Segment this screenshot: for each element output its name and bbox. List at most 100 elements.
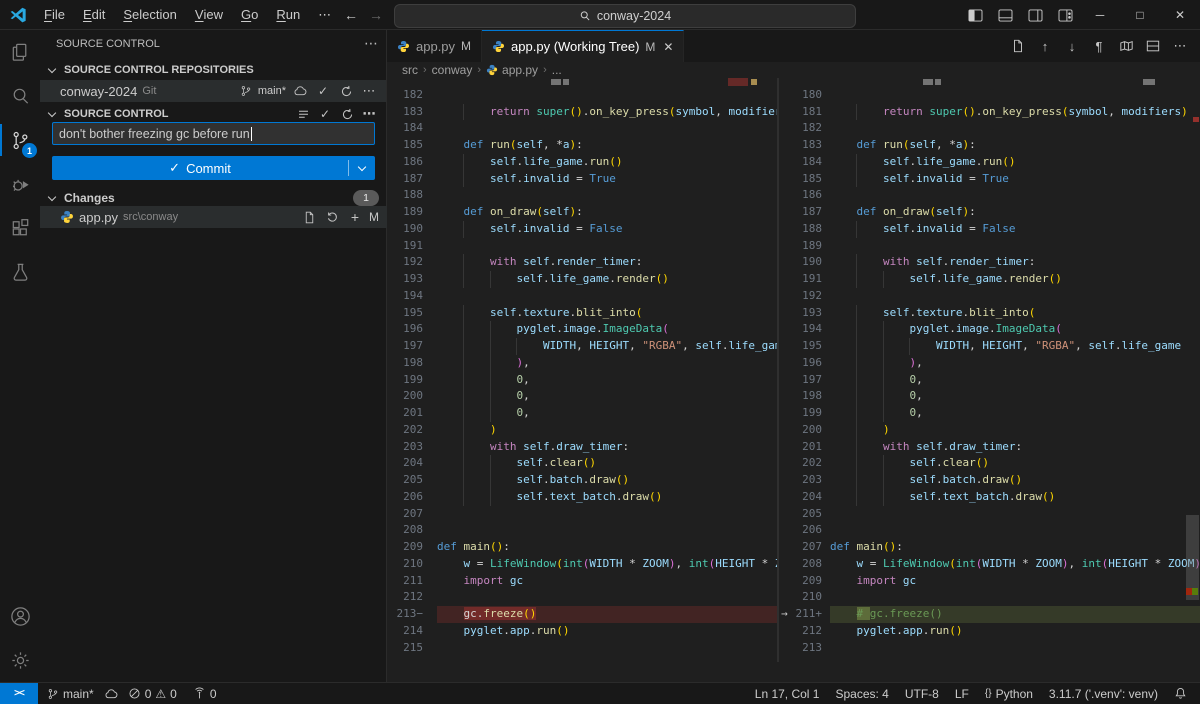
code-line[interactable]: 190 self.invalid = False xyxy=(388,221,777,238)
changed-file-row[interactable]: app.py src\conway + M xyxy=(40,206,387,228)
code-line[interactable]: 203 self.batch.draw() xyxy=(779,472,1200,489)
code-line[interactable]: 187 self.invalid = True xyxy=(388,171,777,188)
commit-dropdown-button[interactable] xyxy=(348,160,375,176)
code-line[interactable]: 212 pyglet.app.run() xyxy=(779,623,1200,640)
repository-row[interactable]: conway-2024 Git main* ✓ ⋯ xyxy=(40,80,386,102)
code-line[interactable]: 201 0, xyxy=(388,405,777,422)
minimize-button[interactable]: ─ xyxy=(1080,0,1120,30)
code-line[interactable]: 209def main(): xyxy=(388,539,777,556)
code-line[interactable]: 181 return super().on_key_press(symbol, … xyxy=(779,104,1200,121)
testing-icon[interactable] xyxy=(0,250,40,294)
code-line[interactable]: 184 xyxy=(388,120,777,137)
cloud-sync-icon[interactable] xyxy=(291,82,309,100)
code-line[interactable]: 189 def on_draw(self): xyxy=(388,204,777,221)
open-file-icon[interactable] xyxy=(1008,36,1028,56)
code-line[interactable]: 214 pyglet.app.run() xyxy=(388,623,777,640)
code-line[interactable]: 205 self.batch.draw() xyxy=(388,472,777,489)
breadcrumb-item[interactable]: ... xyxy=(552,63,562,77)
tab-app-py-working-tree[interactable]: app.py (Working Tree) M ✕ xyxy=(482,30,684,62)
code-line[interactable]: 191 self.life_game.render() xyxy=(779,271,1200,288)
code-line[interactable]: 201 with self.draw_timer: xyxy=(779,439,1200,456)
code-line[interactable]: 211 import gc xyxy=(388,573,777,590)
code-line[interactable]: →211+ # gc.freeze() xyxy=(779,606,1200,623)
code-line[interactable]: 215 xyxy=(388,640,777,657)
code-line[interactable]: 198 0, xyxy=(779,388,1200,405)
more-actions-icon[interactable]: ⋯ xyxy=(1170,36,1190,56)
refresh-icon[interactable] xyxy=(338,105,356,123)
breadcrumb-item[interactable]: src xyxy=(402,63,418,77)
explorer-icon[interactable] xyxy=(0,30,40,74)
more-actions-icon[interactable]: ⋯ xyxy=(360,105,378,123)
toggle-whitespace-icon[interactable]: ¶ xyxy=(1089,36,1109,56)
close-tab-icon[interactable]: ✕ xyxy=(663,40,673,54)
commit-check-icon[interactable]: ✓ xyxy=(316,105,334,123)
code-line[interactable]: 183 return super().on_key_press(symbol, … xyxy=(388,104,777,121)
code-line[interactable]: 207 xyxy=(388,506,777,523)
command-center-search[interactable]: conway-2024 xyxy=(394,4,856,28)
toggle-primary-sidebar-icon[interactable] xyxy=(960,0,990,30)
code-line[interactable]: 208 xyxy=(388,522,777,539)
code-line[interactable]: 213− gc.freeze() xyxy=(388,606,777,623)
scm-section-header[interactable]: SOURCE CONTROL ✓ ⋯ xyxy=(40,104,386,124)
code-line[interactable]: 192 with self.render_timer: xyxy=(388,254,777,271)
maximize-button[interactable]: □ xyxy=(1120,0,1160,30)
code-line[interactable]: 195 self.texture.blit_into( xyxy=(388,305,777,322)
customize-layout-icon[interactable] xyxy=(1050,0,1080,30)
menu-view[interactable]: View xyxy=(186,4,232,26)
code-line[interactable]: 204 self.text_batch.draw() xyxy=(779,489,1200,506)
code-line[interactable]: 204 self.clear() xyxy=(388,455,777,472)
branch-label[interactable]: main* xyxy=(258,85,286,97)
commit-message-input[interactable]: don't bother freezing gc before run xyxy=(52,122,375,145)
code-line[interactable]: 182 xyxy=(388,87,777,104)
map-icon[interactable] xyxy=(1116,36,1136,56)
code-line[interactable]: 208 w = LifeWindow(int(WIDTH * ZOOM), in… xyxy=(779,556,1200,573)
stage-changes-icon[interactable]: + xyxy=(346,208,364,226)
more-actions-icon[interactable]: ⋯ xyxy=(360,82,378,100)
branch-status-item[interactable]: main* xyxy=(42,683,99,704)
code-line[interactable]: 185 self.invalid = True xyxy=(779,171,1200,188)
code-line[interactable]: 200 ) xyxy=(779,422,1200,439)
breadcrumb-item[interactable]: app.py xyxy=(486,63,538,77)
code-line[interactable]: 180 xyxy=(779,87,1200,104)
code-line[interactable]: 202 ) xyxy=(388,422,777,439)
notifications-bell-icon[interactable] xyxy=(1169,683,1192,704)
menu-[interactable]: ⋯ xyxy=(309,4,340,26)
code-line[interactable]: 197 0, xyxy=(779,372,1200,389)
code-line[interactable]: 199 0, xyxy=(388,372,777,389)
code-line[interactable]: 194 pyglet.image.ImageData( xyxy=(779,321,1200,338)
view-as-list-icon[interactable] xyxy=(294,105,312,123)
toggle-secondary-sidebar-icon[interactable] xyxy=(1020,0,1050,30)
more-actions-icon[interactable]: ⋯ xyxy=(364,35,378,52)
eol-item[interactable]: LF xyxy=(950,683,974,704)
changes-section-header[interactable]: Changes 1 xyxy=(40,188,387,208)
code-line[interactable]: 196 ), xyxy=(779,355,1200,372)
split-editor-icon[interactable] xyxy=(1143,36,1163,56)
code-line[interactable]: 193 self.life_game.render() xyxy=(388,271,777,288)
code-line[interactable]: 206 xyxy=(779,522,1200,539)
code-line[interactable]: 210 xyxy=(779,589,1200,606)
remote-indicator[interactable]: >< xyxy=(0,683,38,704)
previous-change-icon[interactable]: ↑ xyxy=(1035,36,1055,56)
code-line[interactable]: 197 WIDTH, HEIGHT, "RGBA", self.life_gam… xyxy=(388,338,777,355)
tab-app-py[interactable]: app.py M xyxy=(387,30,482,62)
menu-run[interactable]: Run xyxy=(267,4,309,26)
ports-status-item[interactable]: 0 xyxy=(188,683,222,704)
menu-selection[interactable]: Selection xyxy=(114,4,185,26)
run-debug-icon[interactable] xyxy=(0,162,40,206)
code-line[interactable]: 212 xyxy=(388,589,777,606)
menu-file[interactable]: File xyxy=(35,4,74,26)
code-line[interactable]: 191 xyxy=(388,238,777,255)
code-line[interactable]: 183 def run(self, *a): xyxy=(779,137,1200,154)
code-line[interactable]: 193 self.texture.blit_into( xyxy=(779,305,1200,322)
code-line[interactable]: 190 with self.render_timer: xyxy=(779,254,1200,271)
discard-changes-icon[interactable] xyxy=(323,208,341,226)
code-line[interactable]: 185 def run(self, *a): xyxy=(388,137,777,154)
code-line[interactable]: 192 xyxy=(779,288,1200,305)
code-line[interactable]: 184 self.life_game.run() xyxy=(779,154,1200,171)
code-line[interactable]: 182 xyxy=(779,120,1200,137)
code-line[interactable]: 206 self.text_batch.draw() xyxy=(388,489,777,506)
menu-edit[interactable]: Edit xyxy=(74,4,114,26)
language-mode-item[interactable]: {} Python xyxy=(980,683,1038,704)
code-line[interactable]: 188 xyxy=(388,187,777,204)
indentation-item[interactable]: Spaces: 4 xyxy=(830,683,893,704)
